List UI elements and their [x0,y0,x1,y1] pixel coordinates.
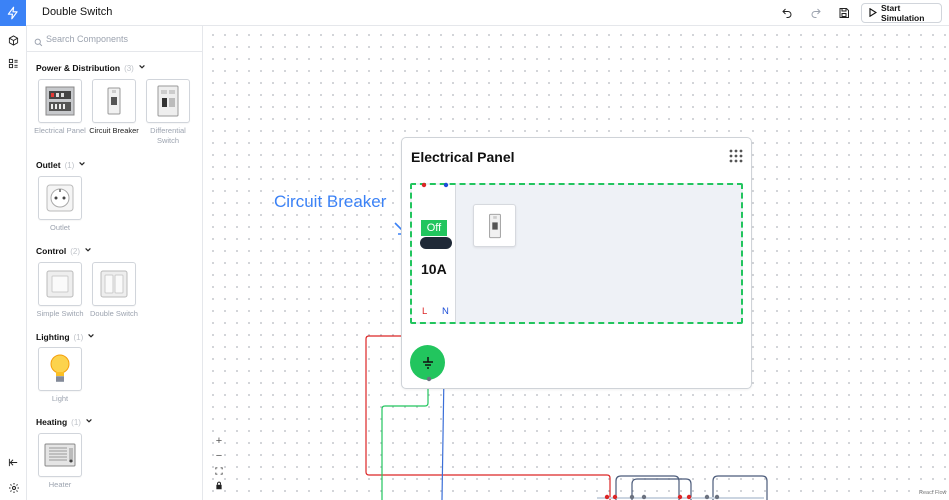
logo-bolt-icon[interactable] [0,0,26,26]
component-light[interactable]: Light [34,347,86,404]
component-circuit-breaker[interactable]: Circuit Breaker [88,79,140,136]
collapse-sidebar-icon[interactable] [6,455,21,470]
search-input[interactable] [46,31,196,47]
component-simple-switch[interactable]: Simple Switch [34,262,86,319]
left-rail [0,26,27,500]
component-double-switch[interactable]: Double Switch [88,262,140,319]
settings-gear-icon[interactable] [6,480,21,495]
circuit-breaker-node[interactable]: Off 10A L N [412,182,456,322]
terminal-dot [714,494,720,500]
category-count: (3) [124,63,134,73]
component-electrical-panel[interactable]: Electrical Panel [34,79,86,136]
search-bar [27,26,202,52]
terminal-dot [612,494,618,500]
category-count: (1) [71,417,81,427]
components-cube-icon[interactable] [6,33,21,48]
category-label: Power & Distribution [36,63,121,73]
circuit-breaker-annotation: Circuit Breaker [274,192,387,211]
category-outlet[interactable]: Outlet (1) [36,160,86,170]
save-icon[interactable] [836,5,852,21]
ground-node[interactable] [410,345,445,380]
terminal-dot [677,494,683,500]
drag-grip-icon[interactable] [729,149,743,168]
top-bar: Double Switch Start Simulation [0,0,949,26]
component-label: Differential Switch [150,126,186,145]
category-count: (2) [70,246,80,256]
component-differential-switch[interactable]: Differential Switch [142,79,194,146]
ground-terminal [426,376,432,382]
terminal-dot [629,494,635,500]
category-count: (1) [73,332,84,342]
panel-title: Electrical Panel [411,149,515,165]
search-icon [34,34,43,52]
terminal-dot [686,494,692,500]
category-power-distribution[interactable]: Power & Distribution (3) [36,63,146,73]
category-label: Lighting [36,332,70,342]
zoom-controls: + − [211,433,227,493]
fit-view-icon[interactable] [211,463,227,478]
chevron-down-icon [138,63,146,73]
category-label: Heating [36,417,68,427]
double-switch-icon [92,262,136,306]
start-simulation-button[interactable]: Start Simulation [861,3,942,23]
differential-switch-icon [146,79,190,123]
zoom-out-icon[interactable]: − [211,448,227,463]
circuit-breaker-icon [92,79,136,123]
chevron-down-icon [84,246,92,256]
device-wire [712,475,768,500]
ground-icon [422,356,433,369]
layers-list-icon[interactable] [6,56,21,71]
category-heating[interactable]: Heating (1) [36,417,93,427]
terminal-dot [604,494,610,500]
category-count: (1) [64,160,75,170]
category-lighting[interactable]: Lighting (1) [36,332,95,342]
component-heater[interactable]: Heater [34,433,86,490]
breaker-state-button[interactable]: Off [421,220,447,236]
electrical-panel-icon [38,79,82,123]
terminal-label-l: L [422,306,428,317]
light-bulb-icon [38,347,82,391]
terminal-dot [704,494,710,500]
chevron-down-icon [87,332,95,342]
component-label: Double Switch [90,309,138,318]
chevron-down-icon [78,160,86,170]
play-icon [869,7,878,19]
category-label: Control [36,246,67,256]
component-label: Electrical Panel [34,126,86,135]
flow-canvas[interactable]: Circuit Breaker Electrical Panel Off 10A… [204,26,949,500]
category-control[interactable]: Control (2) [36,246,92,256]
breaker-rating: 10A [421,261,447,277]
top-terminals [421,182,449,188]
component-label: Simple Switch [36,309,84,318]
component-label: Circuit Breaker [89,126,139,135]
simple-switch-icon [38,262,82,306]
redo-icon[interactable] [808,5,824,21]
ground-wire [381,378,429,500]
component-label: Outlet [49,223,70,232]
breaker-toggle-switch[interactable] [420,237,452,249]
circuit-breaker-icon [488,213,501,238]
terminal-dot [641,494,647,500]
start-simulation-label: Start Simulation [881,3,925,23]
component-label: Light [51,394,69,403]
heater-icon [38,433,82,477]
breaker-rail-dropzone[interactable]: Off 10A L N [410,182,743,324]
zoom-in-icon[interactable]: + [211,433,227,448]
component-label: Heater [48,480,72,489]
outlet-icon [38,176,82,220]
components-panel: Power & Distribution (3) Electrical Pane… [27,26,203,500]
lock-icon[interactable] [211,478,227,493]
breaker-slot-item[interactable] [473,204,516,247]
chevron-down-icon [85,417,93,427]
terminal-label-n: N [442,306,449,317]
undo-icon[interactable] [779,5,795,21]
category-label: Outlet [36,160,61,170]
document-title: Double Switch [42,6,113,18]
component-outlet[interactable]: Outlet [34,176,86,233]
react-flow-attribution[interactable]: React Flow [919,490,947,496]
electrical-panel-node[interactable]: Electrical Panel Off 10A L N [401,137,752,389]
